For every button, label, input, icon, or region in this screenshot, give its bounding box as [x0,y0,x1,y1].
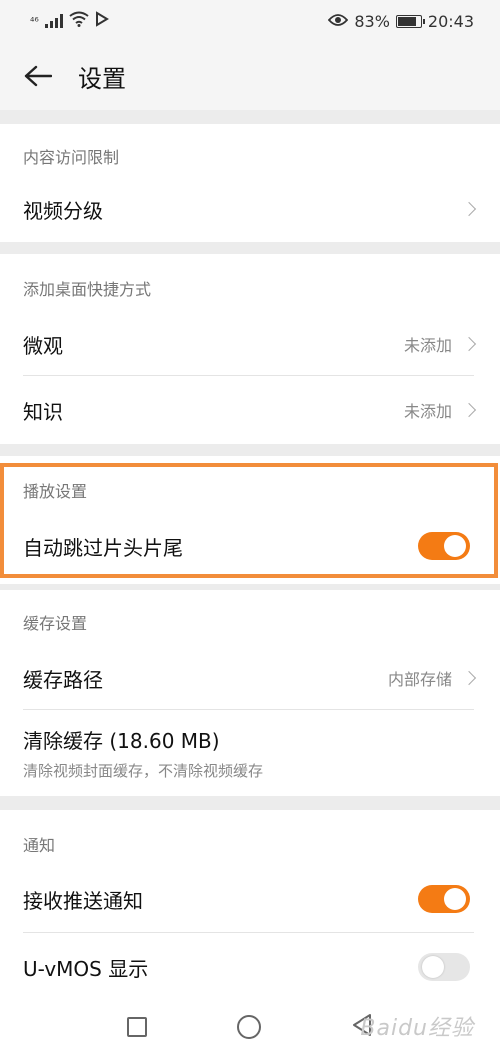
page-title: 设置 [78,64,126,93]
row-value: 内部存储 [387,670,452,689]
back-arrow-icon[interactable] [24,62,52,90]
app-header: 设置 [0,42,500,110]
battery-icon [395,14,425,28]
chevron-right-icon [461,336,477,352]
chevron-right-icon [461,201,477,217]
row-video-rating[interactable]: 视频分级 [0,182,500,236]
battery-fill [397,16,417,26]
section-heading: 内容访问限制 [23,148,120,167]
chevron-right-icon [461,402,477,418]
chevron-right-icon [461,670,477,686]
section-cache: 缓存设置 缓存路径 内部存储 清除缓存 (18.60 MB) 清除视频封面缓存，… [0,590,500,796]
section-notification: 通知 接收推送通知 U-vMOS 显示 [0,810,500,997]
row-label: 微观 [23,333,63,358]
recents-square-icon[interactable] [127,1017,147,1037]
watermark: Baidu经验 [360,1016,474,1041]
uvmos-toggle[interactable] [418,953,470,981]
row-uvmos: U-vMOS 显示 [0,936,500,998]
toggle-knob [444,888,466,910]
section-desktop-shortcut: 添加桌面快捷方式 微观 未添加 知识 未添加 [0,254,500,444]
toggle-knob [422,956,444,978]
signal-icon [44,14,63,28]
status-bar: ⁴⁶ 83% 20:43 [0,0,500,42]
clock: 20:43 [427,11,474,31]
row-sublabel: 清除视频封面缓存，不清除视频缓存 [23,762,264,780]
row-label: 缓存路径 [23,667,103,692]
divider [23,932,474,933]
wifi-icon [69,11,89,31]
row-label: 清除缓存 (18.60 MB) [23,729,220,753]
row-label: U-vMOS 显示 [23,956,149,981]
section-content-restriction: 内容访问限制 视频分级 [0,124,500,242]
section-heading: 缓存设置 [23,614,88,633]
row-weiguan[interactable]: 微观 未添加 [0,314,500,374]
highlight-box [0,463,498,578]
row-value: 未添加 [403,336,452,355]
row-label: 接收推送通知 [23,888,143,913]
network-type-label: ⁴⁶ [30,14,39,28]
row-label: 视频分级 [23,198,103,223]
row-value: 未添加 [403,402,452,421]
row-zhishi[interactable]: 知识 未添加 [0,380,500,440]
section-heading: 通知 [23,836,56,855]
row-clear-cache[interactable]: 清除缓存 (18.60 MB) 清除视频封面缓存，不清除视频缓存 [0,720,500,786]
play-icon [95,11,109,31]
row-push-notification: 接收推送通知 [0,868,500,930]
battery-percent: 83% [354,11,390,31]
divider [23,709,474,710]
section-heading: 添加桌面快捷方式 [23,280,152,299]
row-cache-path[interactable]: 缓存路径 内部存储 [0,648,500,708]
divider [23,375,474,376]
eye-icon [328,12,349,31]
push-notification-toggle[interactable] [418,885,470,913]
row-label: 知识 [23,399,63,424]
home-circle-icon[interactable] [237,1015,261,1039]
